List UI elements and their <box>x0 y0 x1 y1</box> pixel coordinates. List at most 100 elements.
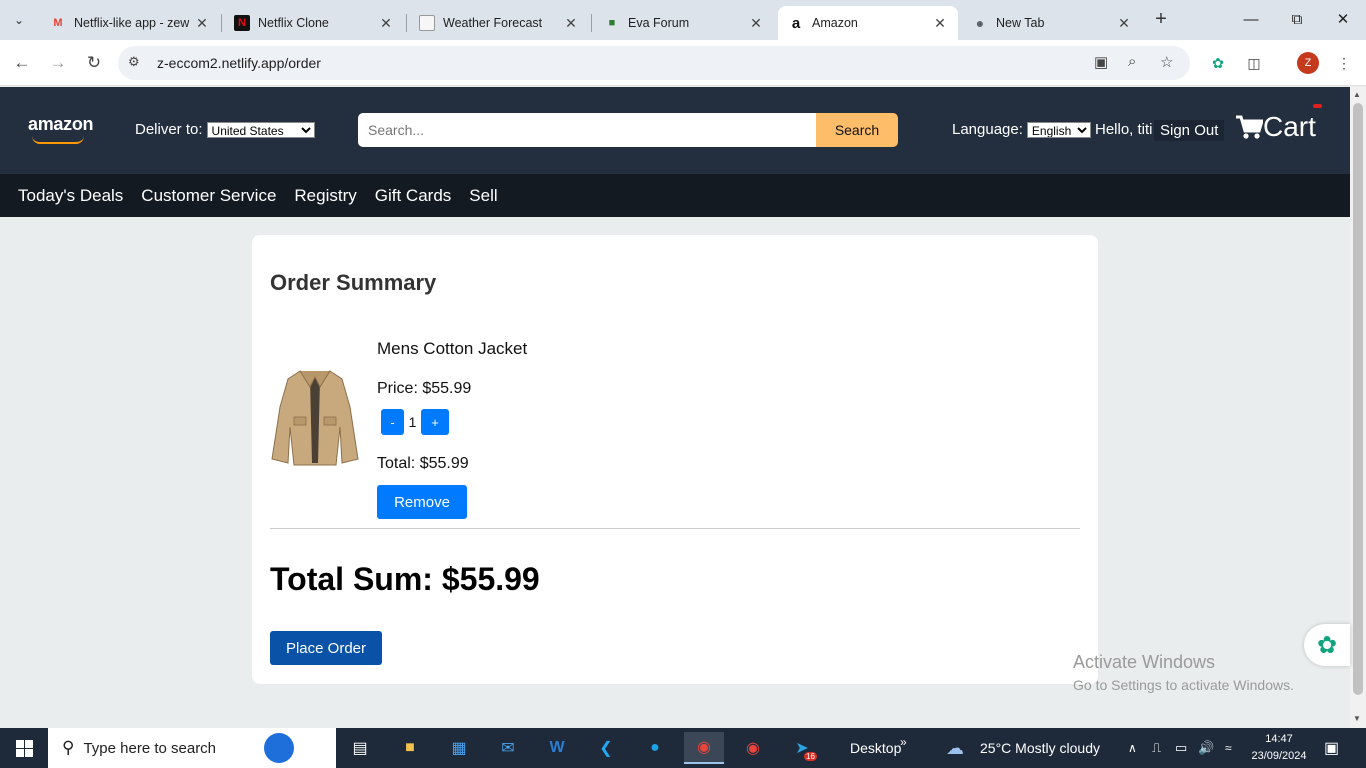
address-bar[interactable]: ⚙ z-eccom2.netlify.app/order ▣ ⌕ ☆ <box>118 46 1190 80</box>
language-select[interactable]: English <box>1026 121 1091 138</box>
nav-sell[interactable]: Sell <box>469 186 497 206</box>
url-text[interactable]: z-eccom2.netlify.app/order <box>157 55 321 71</box>
page-scrollbar[interactable]: ▲ ▼ <box>1350 87 1366 728</box>
cart-count-badge <box>1313 104 1322 108</box>
search-highlight-icon[interactable] <box>264 733 294 763</box>
browser-tab[interactable]: ● New Tab ✕ <box>962 6 1142 40</box>
scroll-thumb[interactable] <box>1353 103 1363 695</box>
chatgpt-extension-icon[interactable]: ✿ <box>1207 52 1229 74</box>
windows-icon <box>15 739 33 757</box>
profile-avatar[interactable]: Z <box>1297 52 1319 74</box>
search-icon: ⚲ <box>62 738 75 757</box>
browser-tab-active[interactable]: a Amazon ✕ <box>778 6 958 40</box>
chevron-up-icon[interactable]: ∧ <box>1128 728 1137 768</box>
language-label: Language: <box>952 121 1023 138</box>
reload-button[interactable]: ↻ <box>82 51 106 75</box>
chatgpt-floating-button[interactable]: ✿ <box>1304 624 1350 666</box>
start-button[interactable] <box>4 732 44 764</box>
battery-icon[interactable]: ▭ <box>1175 728 1187 768</box>
vscode-icon[interactable]: ❮ <box>586 732 626 764</box>
extensions-puzzle-icon[interactable]: ◫ <box>1243 52 1265 74</box>
chrome-taskbar-icon[interactable]: ◉ <box>684 732 724 764</box>
volume-icon[interactable]: 🔊 <box>1198 728 1214 768</box>
deliver-label: Deliver to: <box>135 121 203 138</box>
close-window-button[interactable]: ✕ <box>1320 6 1366 34</box>
sign-out-button[interactable]: Sign Out <box>1154 120 1225 141</box>
nav-registry[interactable]: Registry <box>294 186 356 206</box>
tab-search-menu-button[interactable]: ⌄ <box>6 8 32 32</box>
close-icon[interactable]: ✕ <box>563 15 579 32</box>
close-icon[interactable]: ✕ <box>1116 15 1132 32</box>
browser-tab-strip: ⌄ M Netflix-like app - zew ✕ N Netflix C… <box>0 0 1366 40</box>
wifi-icon[interactable]: ≈ <box>1225 728 1232 768</box>
weather-widget[interactable]: 25°C Mostly cloudy <box>980 728 1100 768</box>
cloud-icon: ☁ <box>946 737 964 758</box>
edge-icon[interactable]: ● <box>635 732 675 764</box>
country-select[interactable]: United States <box>206 121 315 138</box>
close-icon[interactable]: ✕ <box>194 15 210 32</box>
tab-divider <box>406 14 407 32</box>
gmail-icon: M <box>53 17 63 29</box>
activate-windows-watermark: Activate Windows Go to Settings to activ… <box>1073 652 1294 693</box>
increase-quantity-button[interactable]: + <box>421 409 449 435</box>
nav-gift-cards[interactable]: Gift Cards <box>375 186 452 206</box>
minimize-button[interactable]: — <box>1228 6 1274 34</box>
system-clock[interactable]: 14:47 23/09/2024 <box>1249 731 1309 765</box>
browser-menu-icon[interactable]: ⋮ <box>1333 52 1355 74</box>
new-tab-button[interactable]: + <box>1150 8 1172 31</box>
divider <box>270 528 1080 529</box>
browser-tab[interactable]: ■ Eva Forum ✕ <box>594 6 774 40</box>
place-order-button[interactable]: Place Order <box>270 631 382 665</box>
search-bar: Search <box>358 113 898 147</box>
desktop-toolbar-label[interactable]: Desktop <box>850 728 901 768</box>
close-icon[interactable]: ✕ <box>932 15 948 32</box>
grand-total: Total Sum: $55.99 <box>270 561 540 597</box>
forward-button[interactable]: → <box>46 51 70 75</box>
taskbar-search-input[interactable]: ⚲ Type here to search <box>48 728 336 768</box>
store-icon[interactable]: ▦ <box>439 732 479 764</box>
search-button[interactable]: Search <box>816 113 898 147</box>
amazon-logo-smile <box>32 136 84 144</box>
cart-button[interactable]: Cart <box>1235 111 1316 143</box>
browser-tab[interactable]: Weather Forecast ✕ <box>409 6 589 40</box>
site-header: amazon Deliver to: United States Search … <box>0 87 1350 174</box>
network-icon[interactable]: ⎍ <box>1152 728 1161 768</box>
nav-todays-deals[interactable]: Today's Deals <box>18 186 123 206</box>
task-view-icon[interactable]: ▤ <box>340 732 380 764</box>
browser-tab[interactable]: M Netflix-like app - zew ✕ <box>40 6 220 40</box>
chevron-right-icon[interactable]: » <box>900 722 907 762</box>
chatgpt-icon: ✿ <box>1316 631 1338 659</box>
close-icon[interactable]: ✕ <box>378 15 394 32</box>
file-explorer-icon[interactable]: ■ <box>390 732 430 764</box>
user-greeting: Hello, titi <box>1095 121 1153 138</box>
site-info-icon[interactable]: ⚙ <box>128 54 140 70</box>
chrome-profile-taskbar-icon[interactable]: ◉ <box>733 732 773 764</box>
back-button[interactable]: ← <box>10 51 34 75</box>
scroll-up-icon[interactable]: ▲ <box>1353 90 1361 99</box>
search-input[interactable] <box>358 113 816 147</box>
zoom-icon[interactable]: ⌕ <box>1128 53 1136 70</box>
product-name: Mens Cotton Jacket <box>377 339 528 358</box>
install-app-icon[interactable]: ▣ <box>1094 53 1108 71</box>
browser-tab[interactable]: N Netflix Clone ✕ <box>224 6 404 40</box>
netflix-icon: N <box>234 15 250 31</box>
order-summary-card: Order Summary Mens Cotton Jacket Price: … <box>252 235 1098 684</box>
nav-customer-service[interactable]: Customer Service <box>141 186 276 206</box>
tab-divider <box>221 14 222 32</box>
remove-item-button[interactable]: Remove <box>377 485 467 519</box>
scroll-down-icon[interactable]: ▼ <box>1353 714 1361 723</box>
cart-icon <box>1236 115 1263 139</box>
decrease-quantity-button[interactable]: - <box>381 409 404 435</box>
bookmark-star-icon[interactable]: ☆ <box>1160 53 1173 71</box>
word-icon[interactable]: W <box>537 732 577 764</box>
close-icon[interactable]: ✕ <box>748 15 764 32</box>
amazon-logo[interactable]: amazon <box>28 114 94 135</box>
notification-icon[interactable]: ▣ <box>1324 728 1339 768</box>
chrome-icon: ● <box>975 15 985 31</box>
restore-button[interactable]: ⧉ <box>1274 6 1320 34</box>
mail-icon[interactable]: ✉ <box>488 732 528 764</box>
tab-divider <box>591 14 592 32</box>
deliver-to: Deliver to: United States <box>135 121 315 138</box>
telegram-icon[interactable]: ➤ 16 <box>782 732 822 764</box>
weather-icon <box>419 15 435 31</box>
